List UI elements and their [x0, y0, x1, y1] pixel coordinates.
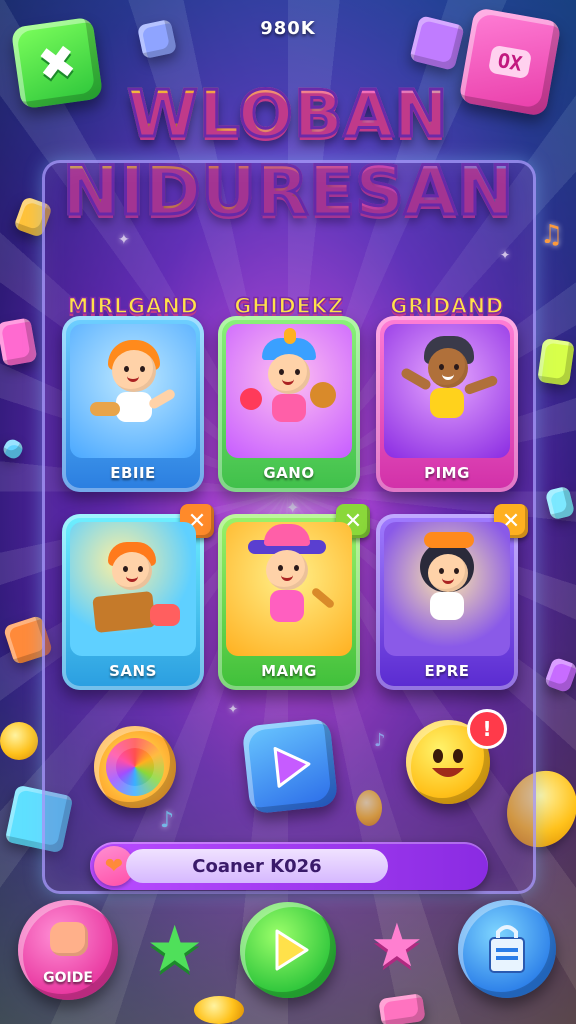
coin-icon	[194, 996, 244, 1024]
character-card-1[interactable]: MIRLGAND EBIIE	[62, 293, 204, 492]
decor-cube	[0, 436, 26, 462]
character-art	[70, 522, 196, 656]
character-card-3[interactable]: GRIDAND PIMG	[376, 293, 518, 492]
character-art	[384, 522, 510, 656]
guide-label: GOIDE	[43, 970, 93, 986]
card-name: MAMG	[261, 662, 317, 680]
decor-cube	[543, 656, 576, 694]
play-center-button[interactable]	[241, 717, 339, 815]
character-card-6[interactable]: ✕ EPRE	[376, 504, 528, 690]
score-bar: ❤ Coaner K026	[90, 842, 488, 890]
coin-icon	[0, 722, 38, 760]
ox-label: OX	[487, 44, 533, 80]
card-header: GHIDEKZ	[234, 293, 344, 319]
character-card-5[interactable]: ✕ MAMG	[218, 504, 370, 690]
shop-button[interactable]	[458, 900, 556, 998]
card-header: MIRLGAND	[67, 293, 199, 319]
score-label: Coaner K026	[126, 849, 388, 883]
card-name: PIMG	[424, 464, 470, 482]
character-art	[226, 522, 352, 656]
character-card-4[interactable]: ✕ SANS	[62, 504, 214, 690]
decor-cube	[537, 337, 575, 387]
color-wheel-button[interactable]	[94, 726, 176, 808]
star-icon: ★	[370, 911, 424, 981]
card-name: GANO	[263, 464, 315, 482]
star-icon: ★	[146, 913, 204, 987]
shopping-bag-icon	[489, 925, 525, 973]
play-icon	[275, 929, 309, 971]
smiley-face-icon	[432, 749, 464, 777]
character-card-2[interactable]: GHIDEKZ GANO	[218, 293, 360, 492]
guide-button[interactable]: GOIDE	[18, 900, 118, 1000]
card-header: GRIDAND	[390, 293, 504, 319]
decor-cube	[544, 485, 576, 521]
card-name: EBIIE	[110, 464, 156, 482]
alert-badge: !	[470, 712, 504, 746]
decor-cube	[378, 993, 426, 1024]
character-art	[226, 324, 352, 458]
game-title-line1: WLOBAN	[0, 77, 576, 154]
cat-icon	[50, 922, 88, 956]
play-button[interactable]	[240, 902, 336, 998]
character-art	[384, 324, 510, 458]
card-name: EPRE	[424, 662, 470, 680]
character-art	[70, 324, 196, 458]
play-icon	[273, 746, 311, 788]
card-name: SANS	[109, 662, 157, 680]
decor-cube	[0, 317, 38, 367]
color-wheel-icon	[106, 738, 164, 796]
